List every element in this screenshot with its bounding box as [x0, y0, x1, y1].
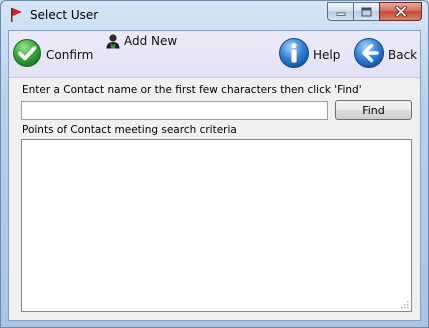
add-new-label: Add New [124, 34, 178, 48]
dialog-client-area: Confirm Add New Help Back Enter a Contac… [8, 30, 421, 321]
user-icon [106, 34, 120, 49]
help-label: Help [313, 48, 341, 62]
find-button[interactable]: Find [335, 100, 412, 120]
maximize-icon [361, 7, 372, 16]
back-arrow-icon [354, 38, 384, 68]
minimize-icon [336, 12, 345, 16]
title-bar[interactable]: Select User [1, 1, 428, 29]
back-button[interactable]: Back [353, 37, 417, 69]
confirm-button[interactable]: Confirm [12, 38, 93, 68]
app-flag-icon [11, 8, 22, 22]
resize-grip-icon[interactable] [399, 299, 409, 309]
close-button[interactable] [379, 2, 422, 21]
contact-results-list[interactable] [21, 139, 412, 312]
help-button[interactable]: Help [278, 37, 340, 69]
search-instruction: Enter a Contact name or the first few ch… [22, 84, 362, 96]
close-icon [394, 6, 407, 17]
toolbar: Confirm Add New Help Back [9, 31, 420, 78]
confirm-label: Confirm [46, 48, 94, 62]
caption-buttons [327, 2, 422, 21]
results-label: Points of Contact meeting search criteri… [22, 124, 237, 136]
back-label: Back [388, 48, 418, 62]
minimize-button[interactable] [327, 2, 353, 21]
dialog-window: Select User Confirm Add New Help Back En… [0, 0, 429, 328]
contact-search-input[interactable] [21, 101, 328, 120]
add-new-button[interactable]: Add New [105, 33, 177, 49]
info-icon [279, 38, 309, 68]
maximize-button[interactable] [353, 2, 379, 21]
window-title: Select User [30, 8, 99, 22]
checkmark-icon [13, 39, 41, 67]
